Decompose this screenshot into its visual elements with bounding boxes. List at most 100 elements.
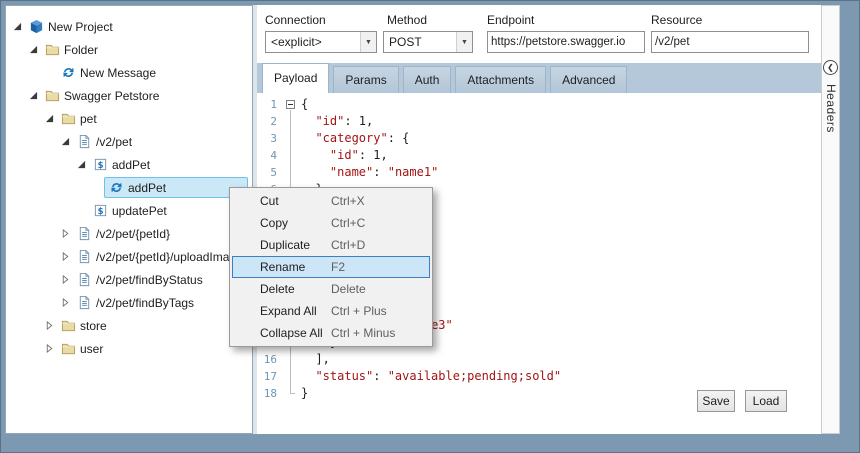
menu-item-label: Delete	[260, 282, 295, 296]
save-button[interactable]: Save	[697, 390, 735, 412]
menu-item-shortcut: F2	[331, 260, 419, 274]
tree-collapsed-icon[interactable]	[42, 342, 56, 356]
tree-collapsed-icon[interactable]	[58, 273, 72, 287]
tree-collapsed-icon[interactable]	[58, 296, 72, 310]
context-menu-item-cut[interactable]: Cut Ctrl+X	[230, 190, 432, 212]
request-tab-strip: PayloadParamsAuthAttachmentsAdvanced	[257, 63, 821, 93]
fold-guide	[283, 147, 299, 164]
context-menu-item-collapse-all[interactable]: Collapse AllCtrl + Minus	[230, 322, 432, 344]
tree-item-v2-pet-findbytags[interactable]: /v2/pet/findByTags	[6, 291, 252, 314]
chevron-down-icon[interactable]: ▼	[360, 32, 376, 52]
tree-item-user[interactable]: user	[6, 337, 252, 360]
context-menu-item-delete[interactable]: Delete Delete	[230, 278, 432, 300]
fold-collapse-icon[interactable]	[283, 96, 299, 113]
tree-collapsed-icon[interactable]	[42, 319, 56, 333]
tree-item-label: Folder	[64, 43, 98, 57]
tab-params[interactable]: Params	[333, 66, 398, 93]
editor-line: 3 "category": {	[257, 130, 821, 147]
expander-spacer	[74, 204, 88, 218]
folder-icon	[61, 318, 76, 333]
menu-item-shortcut: Ctrl+X	[331, 194, 419, 208]
tree-item-label: New Project	[48, 20, 113, 34]
resource-field-wrap	[651, 31, 809, 53]
tree-item-addpet[interactable]: addPet	[6, 176, 252, 199]
menu-item-label: Rename	[260, 260, 305, 274]
tab-advanced[interactable]: Advanced	[550, 66, 627, 93]
tree-item-body: user	[56, 338, 248, 359]
menu-item-label: Cut	[260, 194, 279, 208]
tree-item-label: New Message	[80, 66, 156, 80]
tab-payload[interactable]: Payload	[262, 63, 329, 93]
chevron-down-icon[interactable]: ▼	[456, 32, 472, 52]
fold-guide	[283, 113, 299, 130]
tree-item-label: /v2/pet/{petId}/uploadImage	[96, 250, 243, 264]
tree-item-addpet[interactable]: $addPet	[6, 153, 252, 176]
doc-icon	[77, 249, 92, 264]
connection-select[interactable]: <explicit> ▼	[265, 31, 377, 53]
tree-item-swagger-petstore[interactable]: Swagger Petstore	[6, 84, 252, 107]
line-number: 5	[257, 164, 283, 181]
line-number: 4	[257, 147, 283, 164]
method-icon: $	[93, 157, 108, 172]
svg-text:$: $	[98, 160, 104, 170]
menu-item-shortcut: Delete	[331, 282, 419, 296]
tab-attachments[interactable]: Attachments	[455, 66, 546, 93]
doc-icon	[77, 295, 92, 310]
tree-item-v2-pet[interactable]: /v2/pet	[6, 130, 252, 153]
line-number: 18	[257, 385, 283, 402]
tree-item-v2-pet-petid[interactable]: /v2/pet/{petId}	[6, 222, 252, 245]
code-text: "status": "available;pending;sold"	[299, 368, 561, 385]
context-menu-item-rename[interactable]: Rename F2	[232, 256, 430, 278]
tree-item-store[interactable]: store	[6, 314, 252, 337]
tree-expanded-icon[interactable]	[58, 135, 72, 149]
tree-item-body: New Message	[56, 62, 248, 83]
project-icon	[29, 19, 44, 34]
context-menu-item-expand-all[interactable]: Expand AllCtrl + Plus	[230, 300, 432, 322]
resource-input[interactable]	[652, 32, 808, 52]
tree-item-updatepet[interactable]: $updatePet	[6, 199, 252, 222]
tree-item-body: addPet	[104, 177, 248, 198]
context-menu-item-duplicate[interactable]: Duplicate Ctrl+D	[230, 234, 432, 256]
menu-item-label: Duplicate	[260, 238, 310, 252]
tree-item-body: Swagger Petstore	[40, 85, 248, 106]
collapse-chevron-icon[interactable]: ❮	[823, 60, 838, 75]
headers-panel-tab[interactable]: ❮ Headers	[821, 5, 840, 434]
code-text: "id": 1,	[299, 147, 388, 164]
doc-icon	[77, 226, 92, 241]
editor-line: 17 "status": "available;pending;sold"	[257, 368, 821, 385]
menu-item-shortcut: Ctrl + Plus	[331, 304, 419, 318]
tree-item-body: pet	[56, 108, 248, 129]
endpoint-input[interactable]	[488, 32, 644, 52]
method-value: POST	[384, 35, 456, 49]
context-menu-item-copy[interactable]: CopyCtrl+C	[230, 212, 432, 234]
folder-icon	[45, 88, 60, 103]
method-select[interactable]: POST ▼	[383, 31, 473, 53]
tree-item-v2-pet-findbystatus[interactable]: /v2/pet/findByStatus	[6, 268, 252, 291]
tree-item-new-project[interactable]: New Project	[6, 15, 252, 38]
tree-item-new-message[interactable]: New Message	[6, 61, 252, 84]
expander-spacer	[90, 181, 104, 195]
menu-item-label: Collapse All	[260, 326, 323, 340]
tree-item-pet[interactable]: pet	[6, 107, 252, 130]
load-button[interactable]: Load	[745, 390, 787, 412]
tree-item-label: /v2/pet/{petId}	[96, 227, 170, 241]
tree-expanded-icon[interactable]	[26, 43, 40, 57]
headers-panel-label: Headers	[824, 84, 838, 133]
tree-expanded-icon[interactable]	[10, 20, 24, 34]
context-menu: Cut Ctrl+X CopyCtrl+C Duplicate Ctrl+D Rename…	[229, 187, 433, 347]
tree-expanded-icon[interactable]	[42, 112, 56, 126]
tree-collapsed-icon[interactable]	[58, 250, 72, 264]
tree-collapsed-icon[interactable]	[58, 227, 72, 241]
fold-guide	[283, 368, 299, 385]
tree-item-body: /v2/pet	[72, 131, 248, 152]
tree-expanded-icon[interactable]	[74, 158, 88, 172]
tab-auth[interactable]: Auth	[403, 66, 452, 93]
tree-item-label: /v2/pet/findByTags	[96, 296, 194, 310]
tree-item-v2-pet-petid-uploadimage[interactable]: /v2/pet/{petId}/uploadImage	[6, 245, 252, 268]
fold-guide	[283, 164, 299, 181]
svg-text:$: $	[98, 206, 104, 216]
menu-item-shortcut: Ctrl+D	[331, 238, 419, 252]
tree-item-folder[interactable]: Folder	[6, 38, 252, 61]
tree-expanded-icon[interactable]	[26, 89, 40, 103]
resource-label: Resource	[651, 13, 702, 27]
